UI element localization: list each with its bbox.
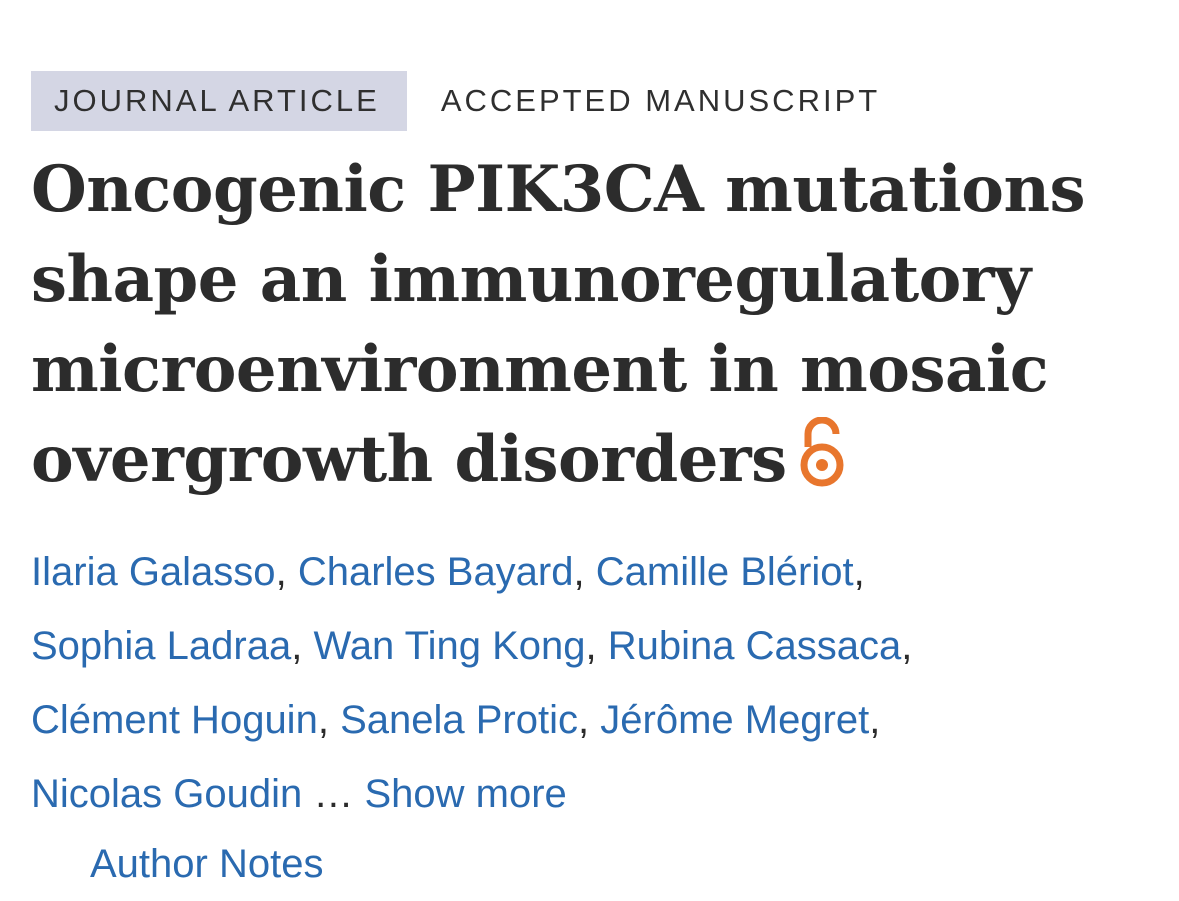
open-access-lock-icon	[800, 417, 844, 487]
author-separator: ,	[869, 698, 881, 742]
author-link[interactable]: Clément Hoguin	[31, 698, 318, 742]
author-separator: ,	[317, 698, 329, 742]
article-meta-row: JOURNAL ARTICLE ACCEPTED MANUSCRIPT	[31, 71, 880, 131]
author-link[interactable]: Sophia Ladraa	[31, 624, 291, 668]
author-separator: ,	[578, 698, 590, 742]
author-line-3: Clément Hoguin, Sanela Protic, Jérôme Me…	[31, 683, 1151, 757]
manuscript-status-label: ACCEPTED MANUSCRIPT	[440, 83, 881, 118]
author-link[interactable]: Rubina Cassaca	[608, 624, 902, 668]
author-separator: ,	[573, 550, 585, 594]
author-link[interactable]: Nicolas Goudin	[31, 772, 302, 816]
author-line-2: Sophia Ladraa, Wan Ting Kong, Rubina Cas…	[31, 609, 1151, 683]
article-type-badge: JOURNAL ARTICLE	[31, 71, 407, 131]
author-line-1: Ilaria Galasso, Charles Bayard, Camille …	[31, 535, 1151, 609]
author-ellipsis: …	[313, 772, 354, 816]
author-link[interactable]: Sanela Protic	[340, 698, 578, 742]
author-list: Ilaria Galasso, Charles Bayard, Camille …	[31, 535, 1151, 831]
author-line-4: Nicolas Goudin … Show more	[31, 757, 1151, 831]
author-notes-link[interactable]: Author Notes	[90, 827, 323, 901]
article-title-text: Oncogenic PIK3CA mutations shape an immu…	[31, 152, 1086, 497]
author-separator: ,	[275, 550, 287, 594]
author-separator: ,	[585, 624, 597, 668]
author-link[interactable]: Wan Ting Kong	[313, 624, 585, 668]
article-title: Oncogenic PIK3CA mutations shape an immu…	[31, 145, 1161, 505]
author-separator: ,	[901, 624, 913, 668]
author-link[interactable]: Ilaria Galasso	[31, 550, 276, 594]
author-separator: ,	[291, 624, 303, 668]
author-link[interactable]: Camille Blériot	[596, 550, 854, 594]
author-link[interactable]: Charles Bayard	[298, 550, 574, 594]
show-more-authors-link[interactable]: Show more	[365, 772, 567, 816]
author-link[interactable]: Jérôme Megret	[600, 698, 869, 742]
author-separator: ,	[853, 550, 865, 594]
